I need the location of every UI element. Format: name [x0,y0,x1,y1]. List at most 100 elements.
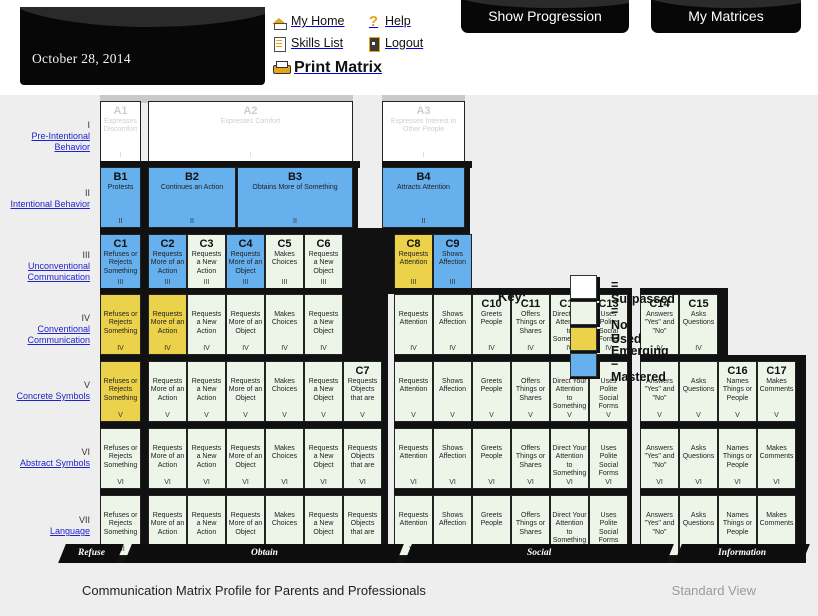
row-number-5: V [83,380,90,390]
matrix-cell[interactable]: C3 Requests a New Action III [187,234,226,289]
current-date: October 28, 2014 [32,51,131,66]
cell-description: Greets People [480,311,503,327]
matrix-cell[interactable]: Requests a New Action IV [187,294,226,355]
matrix-cell[interactable]: Requests a New Action V [187,361,226,422]
matrix-cell[interactable]: Refuses or Rejects Something VI [100,428,141,489]
matrix-cell[interactable]: B3 Obtains More of Something II [237,167,353,228]
nav-help[interactable]: ? Help [366,14,411,29]
cell-code: C15 [688,298,709,310]
nav-logout[interactable]: Logout [366,36,423,52]
cell-description: Attracts Attention [397,184,450,191]
matrix-cell[interactable]: Names Things or People VI [718,428,757,489]
matrix-cell[interactable]: Requests More of an Action VI [148,428,187,489]
category-obtain-label: Obtain [250,548,278,558]
row-title-6[interactable]: Abstract Symbols [0,458,90,469]
matrix-cell[interactable]: Refuses or Rejects Something V [100,361,141,422]
row-number-7: VII [78,515,90,525]
matrix-cell[interactable]: C4 Requests More of an Object III [226,234,265,289]
matrix-cell[interactable]: B4 Attracts Attention II [382,167,465,228]
cell-description: Refuses or Rejects Something [103,251,138,275]
matrix-cell[interactable]: Requests Attention VI [394,428,433,489]
matrix-cell[interactable]: Makes Choices V [265,361,304,422]
cell-level: VI [527,479,534,486]
nav-my-home[interactable]: My Home [272,14,352,30]
matrix-cell[interactable]: C6 Requests a New Object III [304,234,343,289]
cell-description: Requests Objects that are [347,445,378,469]
matrix-cell[interactable]: C5 Makes Choices III [265,234,304,289]
row-title-2[interactable]: Intentional Behavior [0,199,90,210]
cell-code: C17 [766,365,787,377]
matrix-cell[interactable]: Offers Things or Shares V [511,361,550,422]
matrix-cell[interactable]: C1 Refuses or Rejects Something III [100,234,141,289]
matrix-cell[interactable]: Requests More of an Object V [226,361,265,422]
cell-code: A2 [243,105,258,117]
matrix-cell[interactable]: Refuses or Rejects Something IV [100,294,141,355]
matrix-cell[interactable]: Makes Comments VI [757,428,796,489]
matrix-cell[interactable]: Greets People VI [472,428,511,489]
cell-level: VI [164,479,171,486]
matrix-cell[interactable]: A3 Expresses Interest in Other People I [382,101,465,162]
nav-skills-list[interactable]: Skills List [272,36,352,52]
matrix-cell[interactable]: Shows Affection IV [433,294,472,355]
matrix-cell[interactable]: Requests More of an Object VI [226,428,265,489]
cell-description: Asks Questions [682,378,715,394]
matrix-cell[interactable]: C7 Requests Objects that are V [343,361,382,422]
cell-level: IV [117,345,124,352]
row-number-3: III [82,250,90,260]
matrix-cell[interactable]: Direct Your Attention to Something VI [550,428,589,489]
category-obtain: Obtain [124,544,404,563]
matrix-cell[interactable]: Shows Affection V [433,361,472,422]
cell-description: Requests More of an Action [150,311,185,335]
matrix-cell[interactable]: Requests Attention IV [394,294,433,355]
cell-code: B2 [184,171,200,183]
matrix-cell[interactable]: Shows Affection VI [433,428,472,489]
matrix-cell[interactable]: Uses Polite Social Forms VI [589,428,628,489]
matrix-cell[interactable]: Makes Choices VI [265,428,304,489]
nav-skills-list-label: Skills List [291,36,344,50]
matrix-cell[interactable]: Asks Questions V [679,361,718,422]
legend-swatch-notused [570,301,597,325]
my-matrices-button[interactable]: My Matrices [651,0,801,33]
matrix-cell[interactable]: Requests a New Object VI [304,428,343,489]
row-title-1[interactable]: Pre-Intentional Behavior [0,131,90,153]
matrix-cell[interactable]: Makes Choices IV [265,294,304,355]
matrix-cell[interactable]: Requests More of an Action IV [148,294,187,355]
cell-description: Answers "Yes" and "No" [644,445,675,469]
matrix-cell[interactable]: A1 Expresses Discomfort I [100,101,141,162]
matrix-cell[interactable]: C9 Shows Affection III [433,234,472,289]
matrix-cell[interactable]: Requests More of an Action V [148,361,187,422]
cell-description: Requests Objects that are [347,512,378,536]
cell-description: Asks Questions [682,445,715,461]
show-progression-button[interactable]: Show Progression [461,0,629,33]
cell-code: C3 [199,238,214,250]
matrix-cell[interactable]: Requests More of an Object IV [226,294,265,355]
matrix-cell[interactable]: C2 Requests More of an Action III [148,234,187,289]
cell-description: Names Things or People [722,445,753,469]
row-title-4[interactable]: Conventional Communication [0,324,90,346]
matrix-cell[interactable]: Answers "Yes" and "No" VI [640,428,679,489]
matrix-cell[interactable]: Offers Things or Shares VI [511,428,550,489]
print-matrix-button[interactable]: Print Matrix [272,59,382,77]
row-title-7[interactable]: Language [0,526,90,537]
matrix-cell[interactable]: Greets People V [472,361,511,422]
row-title-5[interactable]: Concrete Symbols [0,391,90,402]
matrix-cell[interactable]: A2 Expresses Comfort I [148,101,353,162]
nav-my-home-label: My Home [291,14,345,28]
matrix-cell[interactable]: B1 Protests II [100,167,141,228]
matrix-cell[interactable]: B2 Continues an Action II [148,167,236,228]
row-title-3[interactable]: Unconventional Communication [0,261,90,283]
matrix-cell[interactable]: C17 Makes Comments V [757,361,796,422]
matrix-cell[interactable]: C8 Requests Attention III [394,234,433,289]
cell-description: Requests Attention [398,378,429,394]
matrix-cell[interactable]: Requests Objects that are VI [343,428,382,489]
matrix-cell[interactable]: C16 Names Things or People V [718,361,757,422]
matrix-cell[interactable]: Asks Questions VI [679,428,718,489]
cell-code: C6 [316,238,331,250]
cell-level: V [204,412,209,419]
my-matrices-label: My Matrices [688,8,764,24]
matrix-cell[interactable]: Requests a New Object V [304,361,343,422]
matrix-cell[interactable]: C15 Asks Questions IV [679,294,718,355]
matrix-cell[interactable]: Requests a New Object IV [304,294,343,355]
matrix-cell[interactable]: Requests Attention V [394,361,433,422]
matrix-cell[interactable]: Requests a New Action VI [187,428,226,489]
